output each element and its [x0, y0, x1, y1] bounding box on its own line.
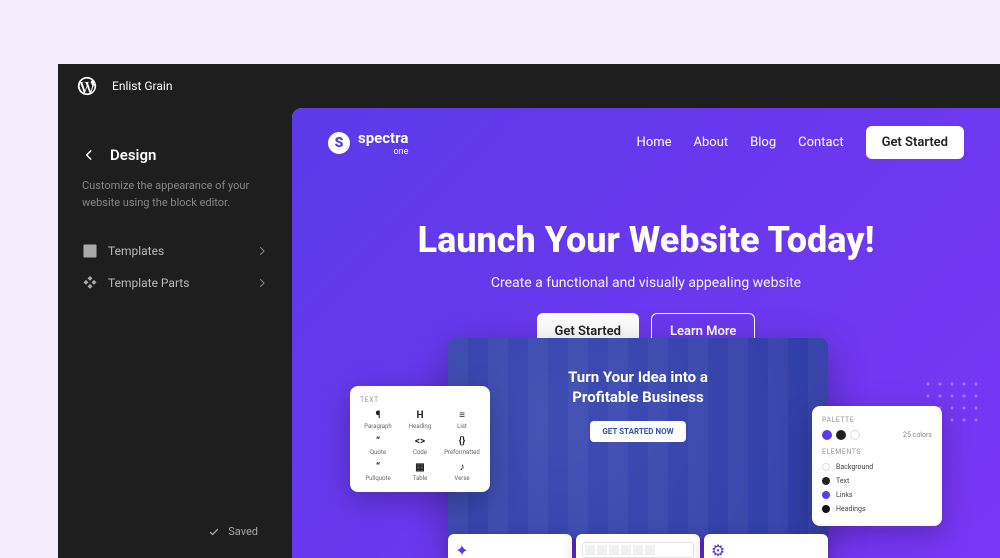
feature-card: ▤Unlimited Content: [576, 534, 700, 558]
mockup-cta-button: GET STARTED NOW: [590, 421, 685, 442]
panel-description: Customize the appearance of your website…: [82, 178, 262, 211]
sidebar-item-templates[interactable]: Templates: [82, 235, 268, 267]
nav-link-about[interactable]: About: [694, 135, 729, 150]
site-nav: S spectra one Home About Blog Contact Ge…: [292, 108, 1000, 177]
block-pullquote: “ Pullquote: [360, 462, 396, 482]
save-status-text: Saved: [228, 525, 258, 538]
palette-dot: [822, 430, 832, 440]
color-swatch: [822, 505, 830, 513]
text-panel-heading: TEXT: [360, 396, 480, 404]
block-icon: ≡: [455, 410, 469, 420]
block-icon: ¶: [371, 410, 385, 420]
block-toolbar: [582, 542, 694, 558]
sidebar-item-template-parts[interactable]: Template Parts: [82, 267, 268, 299]
block-table: ▦ Table: [402, 462, 438, 482]
block-icon: “: [371, 462, 385, 472]
palette-dot: [850, 430, 860, 440]
color-swatch: [822, 491, 830, 499]
mockup-title-line2: Profitable Business: [448, 388, 828, 408]
feature-icon: ✦: [454, 542, 470, 558]
element-label: Background: [836, 463, 873, 471]
mockup-center-panel: Turn Your Idea into a Profitable Busines…: [448, 338, 828, 538]
block-paragraph: ¶ Paragraph: [360, 410, 396, 430]
block-heading: H Heading: [402, 410, 438, 430]
palette-count: 25 colors: [903, 431, 932, 439]
block-icon: ”: [371, 436, 385, 446]
hero-mockup: Turn Your Idea into a Profitable Busines…: [356, 338, 936, 558]
block-icon: {}: [455, 436, 469, 446]
color-swatch: [822, 463, 830, 471]
brand-name: spectra: [358, 129, 408, 147]
brand[interactable]: S spectra one: [328, 128, 408, 157]
chevron-right-icon: [256, 245, 268, 257]
mockup-title-line1: Turn Your Idea into a: [448, 368, 828, 388]
back-icon[interactable]: [82, 148, 96, 162]
brand-subtitle: one: [358, 147, 408, 157]
palette-dot: [836, 430, 846, 440]
nav-link-blog[interactable]: Blog: [750, 135, 776, 150]
chevron-right-icon: [256, 277, 268, 289]
element-background: Background: [822, 460, 932, 474]
block-label: Pullquote: [365, 475, 390, 482]
nav-cta-button[interactable]: Get Started: [866, 126, 964, 159]
hero-subtitle: Create a functional and visually appeali…: [312, 275, 980, 291]
block-label: Table: [413, 475, 428, 482]
element-label: Text: [836, 477, 849, 485]
check-icon: [208, 526, 220, 538]
site-name[interactable]: Enlist Grain: [112, 79, 172, 93]
block-label: List: [457, 423, 467, 430]
templates-icon: [82, 243, 98, 259]
template-parts-icon: [82, 275, 98, 291]
nav-link-contact[interactable]: Contact: [798, 135, 843, 150]
site-preview: S spectra one Home About Blog Contact Ge…: [292, 108, 1000, 558]
block-list: ≡ List: [444, 410, 480, 430]
block-icon: H: [413, 410, 427, 420]
block-icon: ♪: [455, 462, 469, 472]
feature-icon: ⚙: [710, 542, 726, 558]
block-icon: ▦: [413, 462, 427, 472]
block-label: Paragraph: [364, 423, 391, 430]
wordpress-logo-icon: [76, 75, 98, 97]
sidebar-item-label: Template Parts: [108, 276, 189, 290]
panel-title: Design: [110, 146, 156, 164]
element-label: Headings: [836, 505, 866, 513]
hero-title: Launch Your Website Today!: [312, 219, 980, 261]
design-sidebar: Design Customize the appearance of your …: [58, 108, 292, 558]
nav-link-home[interactable]: Home: [637, 135, 672, 150]
element-links: Links: [822, 488, 932, 502]
block-label: Preformatted: [444, 449, 480, 456]
element-text: Text: [822, 474, 932, 488]
palette-heading: PALETTE: [822, 416, 932, 424]
color-swatch: [822, 477, 830, 485]
save-status: Saved: [82, 511, 268, 538]
brand-logo-icon: S: [328, 132, 350, 154]
palette-panel: PALETTE 25 colors ELEMENTS Background Tex…: [812, 406, 942, 526]
block-label: Quote: [370, 449, 386, 456]
block-quote: ” Quote: [360, 436, 396, 456]
app-frame: Enlist Grain Design Customize the appear…: [58, 64, 1000, 558]
site-canvas[interactable]: S spectra one Home About Blog Contact Ge…: [292, 108, 1000, 558]
element-headings: Headings: [822, 502, 932, 516]
block-label: Code: [413, 449, 427, 456]
text-blocks-panel: TEXT ¶ Paragraph H Heading ≡ List ” Quote <> Code…: [350, 386, 490, 492]
elements-heading: ELEMENTS: [822, 448, 932, 456]
block-code: <> Code: [402, 436, 438, 456]
element-label: Links: [836, 491, 853, 499]
feature-card: ⚙WordPress Plugin: [704, 534, 828, 558]
feature-card: ✦Artificial Intelligence: [448, 534, 572, 558]
block-icon: <>: [413, 436, 427, 446]
sidebar-item-label: Templates: [108, 244, 164, 258]
block-verse: ♪ Verse: [444, 462, 480, 482]
block-preformatted: {} Preformatted: [444, 436, 480, 456]
admin-bar: Enlist Grain: [58, 64, 1000, 108]
block-label: Heading: [409, 423, 431, 430]
block-label: Verse: [454, 475, 469, 482]
